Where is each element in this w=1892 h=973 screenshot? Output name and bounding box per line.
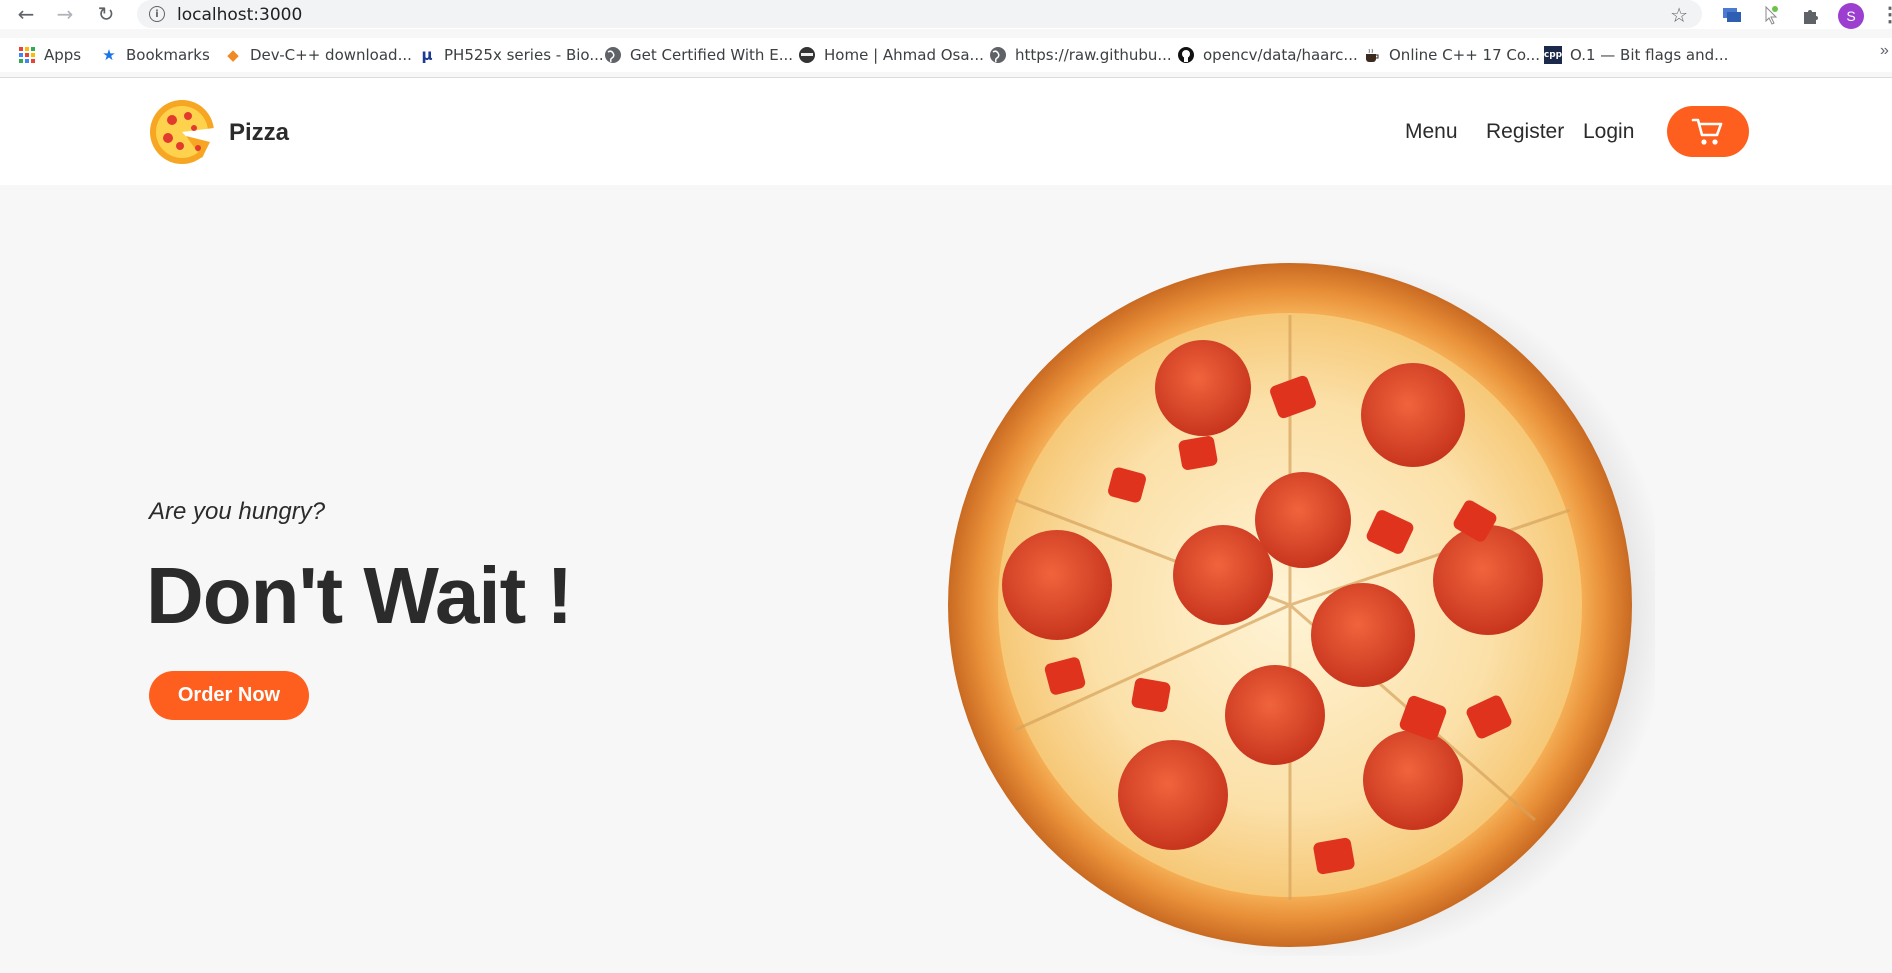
bookmark-label: PH525x series - Bio... bbox=[444, 46, 604, 64]
bookmark-get-certified[interactable]: Get Certified With E... bbox=[604, 46, 793, 64]
profile-avatar[interactable]: S bbox=[1838, 3, 1864, 29]
bookmark-ph525x[interactable]: μ PH525x series - Bio... bbox=[418, 46, 604, 64]
back-icon[interactable]: ← bbox=[14, 2, 38, 26]
cpp-icon: cpp bbox=[1544, 46, 1562, 64]
bookmark-label: Bookmarks bbox=[126, 46, 210, 64]
bookmark-raw-github[interactable]: https://raw.githubu... bbox=[989, 46, 1172, 64]
bookmarks-bar: Apps ★ Bookmarks ◆ Dev-C++ download... μ… bbox=[0, 38, 1892, 72]
browser-menu-icon[interactable]: ⋮ bbox=[1880, 2, 1892, 27]
url-text[interactable]: localhost:3000 bbox=[177, 5, 302, 25]
mu-icon: μ bbox=[421, 46, 433, 64]
bookmark-apps[interactable]: Apps bbox=[18, 46, 81, 64]
info-icon[interactable]: i bbox=[149, 6, 165, 22]
bookmark-opencv[interactable]: opencv/data/haarc... bbox=[1177, 46, 1358, 64]
apps-grid-icon bbox=[19, 47, 35, 63]
extension-screen-icon[interactable] bbox=[1721, 4, 1743, 26]
brand-name[interactable]: Pizza bbox=[229, 119, 289, 147]
extension-mouse-icon[interactable] bbox=[1760, 4, 1782, 26]
cart-button[interactable] bbox=[1667, 106, 1749, 157]
hero-section: Are you hungry? Don't Wait ! Order Now bbox=[0, 185, 1892, 973]
bookmark-star-icon[interactable]: ☆ bbox=[1670, 3, 1688, 27]
nav-login[interactable]: Login bbox=[1583, 120, 1634, 144]
coffee-icon bbox=[1366, 48, 1379, 62]
pizza-image bbox=[948, 260, 1655, 956]
bookmark-label: Dev-C++ download... bbox=[250, 46, 412, 64]
hero-title: Don't Wait ! bbox=[146, 551, 573, 640]
devcpp-icon: ◆ bbox=[227, 46, 239, 64]
ninja-icon bbox=[799, 47, 815, 63]
github-icon bbox=[1178, 47, 1194, 63]
bookmark-label: Online C++ 17 Co... bbox=[1389, 46, 1541, 64]
hero-subtitle: Are you hungry? bbox=[149, 498, 326, 525]
nav-menu[interactable]: Menu bbox=[1405, 120, 1458, 144]
bookmark-bit-flags[interactable]: cpp O.1 — Bit flags and... bbox=[1544, 46, 1728, 64]
globe-icon bbox=[605, 47, 621, 63]
reload-icon[interactable]: ↻ bbox=[94, 2, 118, 26]
pizza-logo-icon[interactable] bbox=[148, 98, 216, 166]
bookmark-label: https://raw.githubu... bbox=[1015, 46, 1172, 64]
bookmark-label: Home | Ahmad Osa... bbox=[824, 46, 984, 64]
bookmark-label: Get Certified With E... bbox=[630, 46, 793, 64]
bookmark-ahmad[interactable]: Home | Ahmad Osa... bbox=[798, 46, 984, 64]
address-bar[interactable]: i localhost:3000 ☆ bbox=[137, 0, 1702, 28]
order-now-button[interactable]: Order Now bbox=[149, 671, 309, 720]
browser-toolbar: ← → ↻ i localhost:3000 ☆ S ⋮ bbox=[0, 0, 1892, 29]
globe-icon bbox=[990, 47, 1006, 63]
bookmark-devcpp[interactable]: ◆ Dev-C++ download... bbox=[224, 46, 412, 64]
bookmark-bookmarks[interactable]: ★ Bookmarks bbox=[100, 46, 210, 64]
bookmark-online-cpp[interactable]: Online C++ 17 Co... bbox=[1363, 46, 1540, 64]
bookmark-label: O.1 — Bit flags and... bbox=[1570, 46, 1729, 64]
star-icon: ★ bbox=[102, 46, 116, 64]
site-header: Pizza Menu Register Login bbox=[0, 78, 1892, 185]
nav-register[interactable]: Register bbox=[1486, 120, 1564, 144]
bookmarks-overflow-icon[interactable]: » bbox=[1880, 42, 1889, 60]
bookmark-label: opencv/data/haarc... bbox=[1203, 46, 1358, 64]
bookmark-label: Apps bbox=[44, 46, 82, 64]
forward-icon[interactable]: → bbox=[53, 2, 77, 26]
extensions-puzzle-icon[interactable] bbox=[1800, 4, 1822, 26]
cart-icon bbox=[1691, 118, 1723, 145]
